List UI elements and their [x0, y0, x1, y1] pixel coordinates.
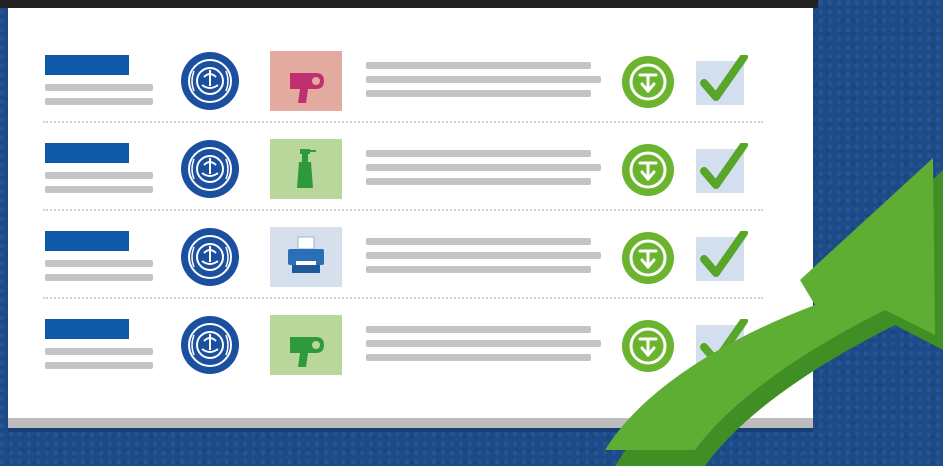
text-placeholder-line — [45, 348, 153, 355]
title-placeholder — [45, 231, 129, 251]
text-placeholder-line — [366, 354, 591, 361]
text-placeholder-line — [366, 76, 601, 83]
text-placeholder-line — [45, 362, 153, 369]
title-placeholder — [45, 319, 129, 339]
text-placeholder-line — [366, 238, 591, 245]
text-placeholder-line — [366, 340, 601, 347]
text-placeholder-line — [366, 326, 591, 333]
card-top-bar — [0, 0, 818, 8]
blauer-engel-seal-icon — [181, 316, 239, 374]
text-placeholder-line — [366, 252, 601, 259]
text-placeholder-line — [366, 62, 591, 69]
text-placeholder-line — [366, 164, 601, 171]
text-placeholder-line — [366, 150, 591, 157]
text-placeholder-line — [45, 260, 153, 267]
title-placeholder — [45, 143, 129, 163]
text-placeholder-line — [45, 84, 153, 91]
hair-dryer-icon — [290, 337, 324, 367]
text-placeholder-line — [45, 172, 153, 179]
title-placeholder — [45, 55, 129, 75]
green-arrow-icon — [605, 158, 943, 466]
product-tile — [270, 315, 342, 375]
list-item[interactable] — [8, 8, 813, 111]
